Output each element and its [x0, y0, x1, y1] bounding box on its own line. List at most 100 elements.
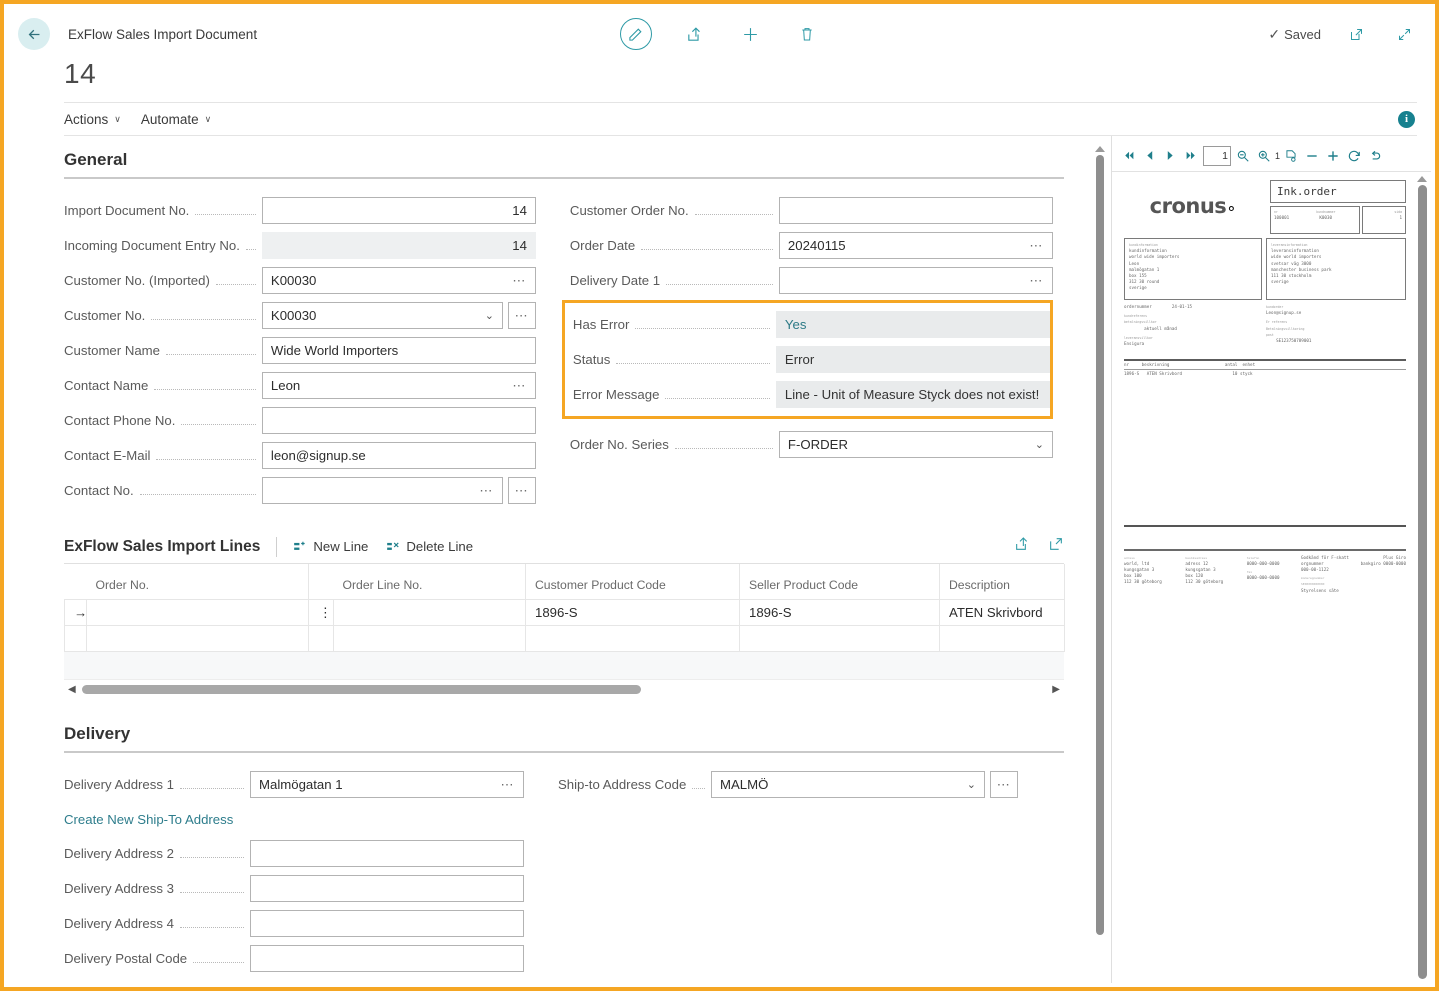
- plus-icon: [741, 25, 760, 44]
- edit-button[interactable]: [620, 18, 652, 50]
- ellipsis-icon[interactable]: ⋯: [501, 777, 516, 793]
- row-indicator-header: [65, 564, 87, 600]
- ship-to-address-code-select[interactable]: MALMÖ ⌄: [711, 771, 985, 798]
- row-menu-icon[interactable]: ⋮: [309, 600, 334, 626]
- column-header-customer-product-code[interactable]: Customer Product Code: [526, 564, 740, 600]
- field-delivery-address-3: Delivery Address 3: [64, 871, 524, 906]
- customer-no-assist-button[interactable]: ⋯: [508, 302, 536, 329]
- scrollbar-thumb[interactable]: [1418, 185, 1427, 979]
- actions-menu[interactable]: Actions ∨: [64, 112, 121, 127]
- ship-to-address-assist-button[interactable]: ⋯: [990, 771, 1018, 798]
- cell-order-line-no[interactable]: [334, 600, 526, 626]
- undo-button[interactable]: [1365, 144, 1385, 168]
- delivery-postal-code-input[interactable]: [250, 945, 524, 972]
- first-page-button[interactable]: [1118, 144, 1138, 168]
- delivery-address-3-input[interactable]: [250, 875, 524, 902]
- open-in-new-icon: [1349, 27, 1364, 42]
- delete-button[interactable]: [794, 21, 820, 47]
- field-customer-no: Customer No. K00030 ⌄ ⋯: [64, 298, 536, 333]
- scrollbar-thumb[interactable]: [1096, 155, 1104, 935]
- new-line-button[interactable]: New Line: [293, 539, 368, 554]
- ellipsis-icon[interactable]: ⋯: [512, 273, 527, 289]
- zoom-out-button[interactable]: [1233, 144, 1253, 168]
- new-button[interactable]: [738, 21, 764, 47]
- column-header-order-no[interactable]: Order No.: [87, 564, 309, 600]
- lines-horizontal-scrollbar[interactable]: ◀ ▶: [64, 680, 1064, 698]
- scrollbar-track[interactable]: [1096, 155, 1104, 935]
- lines-share-button[interactable]: [1014, 536, 1030, 557]
- scroll-up-icon[interactable]: [1095, 146, 1105, 152]
- contact-name-input[interactable]: Leon ⋯: [262, 372, 536, 399]
- column-header-seller-product-code[interactable]: Seller Product Code: [740, 564, 940, 600]
- row-menu-icon[interactable]: [309, 626, 334, 652]
- contact-phone-no-input[interactable]: [262, 407, 536, 434]
- column-header-description[interactable]: Description: [940, 564, 1065, 600]
- scroll-up-icon[interactable]: [1417, 176, 1427, 182]
- contact-no-assist-button[interactable]: ⋯: [508, 477, 536, 504]
- chevron-down-icon[interactable]: ⌄: [1035, 438, 1044, 451]
- zoom-increase-button[interactable]: [1323, 144, 1343, 168]
- delivery-address-2-input[interactable]: [250, 840, 524, 867]
- create-ship-to-address-row: Create New Ship-To Address: [64, 802, 524, 836]
- customer-name-input[interactable]: Wide World Importers: [262, 337, 536, 364]
- delete-line-button[interactable]: Delete Line: [386, 539, 473, 554]
- next-page-button[interactable]: [1160, 144, 1180, 168]
- preview-document[interactable]: cronus∘ Ink.order nr kundnummer 100001 K…: [1112, 172, 1431, 983]
- customer-order-no-input[interactable]: [779, 197, 1053, 224]
- last-page-button[interactable]: [1181, 144, 1201, 168]
- page-number-input[interactable]: 1: [1203, 146, 1231, 166]
- create-new-ship-to-address-link[interactable]: Create New Ship-To Address: [64, 812, 233, 827]
- cell-description[interactable]: ATEN Skrivbord: [940, 600, 1065, 626]
- table-row[interactable]: → ⋮ 1896-S 1896-S ATEN Skrivbord: [65, 600, 1065, 626]
- contact-email-input[interactable]: leon@signup.se: [262, 442, 536, 469]
- cell-customer-product-code[interactable]: 1896-S: [526, 600, 740, 626]
- delivery-date-1-input[interactable]: ⋯: [779, 267, 1053, 294]
- lines-expand-button[interactable]: [1048, 536, 1064, 557]
- ellipsis-icon[interactable]: ⋯: [1029, 238, 1044, 254]
- cell-customer-product-code[interactable]: [526, 626, 740, 652]
- order-date-input[interactable]: 20240115 ⋯: [779, 232, 1053, 259]
- cell-order-no[interactable]: [87, 600, 309, 626]
- ellipsis-icon[interactable]: ⋯: [479, 483, 494, 499]
- field-delivery-address-4: Delivery Address 4: [64, 906, 524, 941]
- automate-menu[interactable]: Automate ∨: [141, 112, 211, 127]
- ellipsis-icon[interactable]: ⋯: [1029, 273, 1044, 289]
- form-vertical-scrollbar[interactable]: [1089, 136, 1111, 983]
- delivery-address-1-input[interactable]: Malmögatan 1 ⋯: [250, 771, 524, 798]
- next-page-icon: [1164, 149, 1177, 162]
- preview-vertical-scrollbar[interactable]: [1415, 174, 1429, 979]
- contact-no-input[interactable]: ⋯: [262, 477, 503, 504]
- column-header-order-line-no[interactable]: Order Line No.: [334, 564, 526, 600]
- customer-no-imported-input[interactable]: K00030 ⋯: [262, 267, 536, 294]
- scrollbar-thumb[interactable]: [82, 685, 641, 694]
- back-button[interactable]: [18, 18, 50, 50]
- chevron-down-icon[interactable]: ⌄: [485, 309, 494, 322]
- collapse-button[interactable]: [1391, 21, 1417, 47]
- scrollbar-track[interactable]: [82, 685, 1047, 694]
- order-no-series-select[interactable]: F-ORDER ⌄: [779, 431, 1053, 458]
- fit-page-button[interactable]: [1281, 144, 1301, 168]
- ellipsis-icon[interactable]: ⋯: [512, 378, 527, 394]
- info-icon[interactable]: i: [1398, 111, 1415, 128]
- label-dots: [193, 954, 244, 963]
- chevron-down-icon[interactable]: ⌄: [967, 778, 976, 791]
- cell-order-no[interactable]: [87, 626, 309, 652]
- trash-icon: [799, 26, 815, 42]
- zoom-in-button[interactable]: [1254, 144, 1274, 168]
- customer-no-input[interactable]: K00030 ⌄: [262, 302, 503, 329]
- cell-seller-product-code[interactable]: 1896-S: [740, 600, 940, 626]
- scroll-right-icon[interactable]: ▶: [1052, 684, 1060, 695]
- import-document-no-input[interactable]: 14: [262, 197, 536, 224]
- table-row[interactable]: [65, 626, 1065, 652]
- delivery-address-4-input[interactable]: [250, 910, 524, 937]
- previous-page-button[interactable]: [1139, 144, 1159, 168]
- zoom-decrease-button[interactable]: [1302, 144, 1322, 168]
- open-in-new-window-button[interactable]: [1343, 21, 1369, 47]
- cell-seller-product-code[interactable]: [740, 626, 940, 652]
- share-button[interactable]: [682, 21, 708, 47]
- scroll-left-icon[interactable]: ◀: [68, 684, 76, 695]
- field-label: Delivery Address 1: [64, 777, 174, 792]
- cell-order-line-no[interactable]: [334, 626, 526, 652]
- cell-description[interactable]: [940, 626, 1065, 652]
- refresh-button[interactable]: [1344, 144, 1364, 168]
